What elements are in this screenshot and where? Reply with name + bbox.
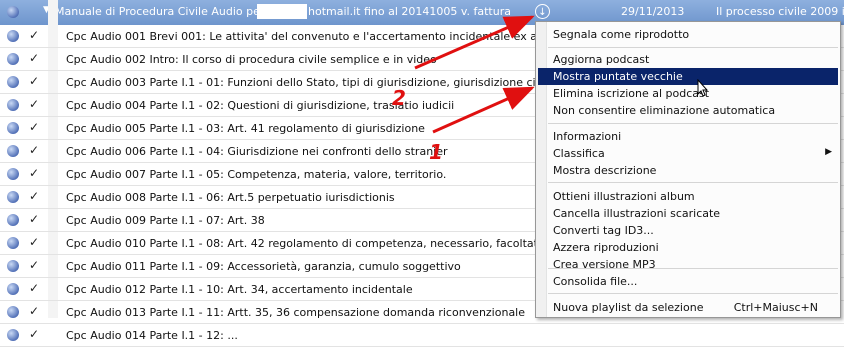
redacted-email — [257, 4, 307, 19]
menu-item-segnala-come-riprodotto[interactable]: Segnala come riprodotto — [538, 26, 838, 43]
podcast-description: Il processo civile 2009 in — [716, 5, 844, 18]
menu-item-elimina-iscrizione-al-podcast[interactable]: Elimina iscrizione al podcast — [538, 85, 838, 102]
row-status-dot-icon — [7, 306, 19, 318]
menu-item-label: Segnala come riprodotto — [553, 28, 690, 41]
menu-item-label: Ottieni illustrazioni album — [553, 190, 695, 203]
checkmark-icon[interactable]: ✓ — [29, 166, 39, 180]
annotation-label-1: 1 — [429, 140, 443, 164]
menu-item-label: Elimina iscrizione al podcast — [553, 87, 710, 100]
episode-title: Cpc Audio 007 Parte I.1 - 05: Competenza… — [66, 168, 447, 181]
checkmark-icon[interactable]: ✓ — [29, 304, 39, 318]
menu-item-label: Classifica — [553, 147, 605, 160]
checkmark-icon[interactable]: ✓ — [29, 120, 39, 134]
menu-item-azzera-riproduzioni[interactable]: Azzera riproduzioni — [538, 239, 838, 256]
menu-item-label: Informazioni — [553, 130, 622, 143]
menu-separator — [548, 182, 838, 183]
menu-item-nuova-playlist-da-selezione[interactable]: Nuova playlist da selezione Ctrl+Maiusc+N — [538, 299, 838, 316]
menu-item-label: Azzera riproduzioni — [553, 241, 659, 254]
menu-item-label: Nuova playlist da selezione — [553, 301, 704, 314]
mouse-cursor-icon — [697, 79, 709, 97]
checkmark-icon[interactable]: ✓ — [29, 143, 39, 157]
checkmark-icon[interactable]: ✓ — [29, 258, 39, 272]
checkmark-icon[interactable]: ✓ — [29, 97, 39, 111]
download-icon[interactable]: ↓ — [535, 4, 550, 19]
episode-title: Cpc Audio 009 Parte I.1 - 07: Art. 38 — [66, 214, 265, 227]
menu-item-non-consentire-eliminazione-automatica[interactable]: Non consentire eliminazione automatica — [538, 102, 838, 119]
checkmark-icon[interactable]: ✓ — [29, 74, 39, 88]
menu-item-label: Consolida file... — [553, 275, 638, 288]
episode-title: Cpc Audio 003 Parte I.1 - 01: Funzioni d… — [66, 76, 547, 89]
podcast-date: 29/11/2013 — [621, 5, 685, 18]
menu-item-label: Aggiorna podcast — [553, 53, 650, 66]
menu-item-mostra-descrizione[interactable]: Mostra descrizione — [538, 162, 838, 179]
checkmark-icon[interactable]: ✓ — [29, 212, 39, 226]
menu-item-label: Converti tag ID3... — [553, 224, 654, 237]
checkmark-icon[interactable]: ✓ — [29, 281, 39, 295]
menu-item-label: Cancella illustrazioni scaricate — [553, 207, 721, 220]
row-status-dot-icon — [7, 191, 19, 203]
episode-title: Cpc Audio 006 Parte I.1 - 04: Giurisdizi… — [66, 145, 448, 158]
episode-row[interactable]: ✓ Cpc Audio 014 Parte I.1 - 12: ... — [0, 324, 844, 347]
row-status-dot-icon — [7, 30, 19, 42]
checkmark-icon[interactable]: ✓ — [29, 235, 39, 249]
menu-item-cancella-illustrazioni-scaricate[interactable]: Cancella illustrazioni scaricate — [538, 205, 838, 222]
menu-item-classifica[interactable]: Classifica ▶ — [538, 145, 838, 162]
menu-item-ottieni-illustrazioni-album[interactable]: Ottieni illustrazioni album — [538, 188, 838, 205]
menu-item-label: Mostra descrizione — [553, 164, 657, 177]
checkmark-icon[interactable]: ✓ — [29, 327, 39, 341]
checkmark-icon[interactable]: ✓ — [29, 51, 39, 65]
row-status-dot-icon — [7, 283, 19, 295]
row-status-dot-icon — [7, 168, 19, 180]
menu-item-shortcut: Ctrl+Maiusc+N — [733, 301, 818, 314]
menu-item-label: Mostra puntate vecchie — [553, 70, 683, 83]
episode-title: Cpc Audio 002 Intro: Il corso di procedu… — [66, 53, 437, 66]
podcast-title: Manuale di Procedura Civile Audio per — [55, 5, 265, 18]
menu-separator — [548, 47, 838, 48]
menu-item-label: Crea versione MP3 — [553, 258, 656, 271]
episode-title: Cpc Audio 005 Parte I.1 - 03: Art. 41 re… — [66, 122, 425, 135]
episode-title: Cpc Audio 014 Parte I.1 - 12: ... — [66, 329, 238, 342]
row-status-dot-icon — [7, 99, 19, 111]
podcast-title-email: hotmail.it fino al 20141005 v. fattura — [308, 5, 511, 18]
row-status-dot-icon — [7, 6, 19, 18]
row-status-dot-icon — [7, 237, 19, 249]
checkmark-icon[interactable]: ✓ — [29, 28, 39, 42]
menu-separator — [548, 293, 838, 294]
submenu-arrow-icon: ▶ — [825, 147, 832, 157]
menu-item-crea-versione-mp3[interactable]: Crea versione MP3 — [538, 256, 838, 273]
menu-item-informazioni[interactable]: Informazioni — [538, 128, 838, 145]
menu-separator — [548, 123, 838, 124]
row-status-dot-icon — [7, 122, 19, 134]
annotation-label-2: 2 — [392, 86, 406, 110]
menu-item-converti-tag-id3[interactable]: Converti tag ID3... — [538, 222, 838, 239]
episode-title: Cpc Audio 008 Parte I.1 - 06: Art.5 perp… — [66, 191, 395, 204]
row-status-dot-icon — [7, 260, 19, 272]
menu-item-aggiorna-podcast[interactable]: Aggiorna podcast — [538, 51, 838, 68]
row-status-dot-icon — [7, 53, 19, 65]
episode-title: Cpc Audio 013 Parte I.1 - 11: Artt. 35, … — [66, 306, 526, 319]
row-status-dot-icon — [7, 76, 19, 88]
checkmark-icon[interactable]: ✓ — [29, 189, 39, 203]
row-status-dot-icon — [7, 329, 19, 341]
episode-title: Cpc Audio 001 Brevi 001: Le attivita' de… — [66, 30, 562, 43]
episode-title: Cpc Audio 010 Parte I.1 - 08: Art. 42 re… — [66, 237, 552, 250]
episode-title: Cpc Audio 012 Parte I.1 - 10: Art. 34, a… — [66, 283, 413, 296]
episode-title: Cpc Audio 011 Parte I.1 - 09: Accessorie… — [66, 260, 461, 273]
menu-item-mostra-puntate-vecchie[interactable]: Mostra puntate vecchie — [538, 68, 838, 85]
row-status-dot-icon — [7, 214, 19, 226]
row-status-dot-icon — [7, 145, 19, 157]
menu-item-label: Non consentire eliminazione automatica — [553, 104, 776, 117]
context-menu: Segnala come riprodotto Aggiorna podcast M… — [535, 21, 841, 318]
menu-item-consolida-file[interactable]: Consolida file... — [538, 273, 838, 290]
